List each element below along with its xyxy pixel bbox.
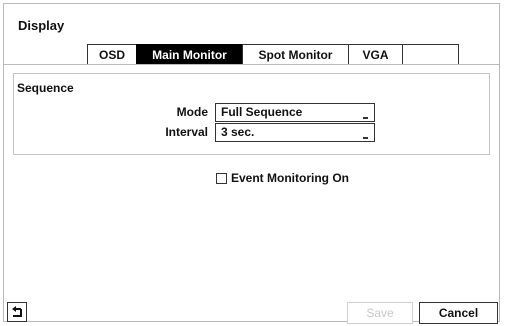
- tab-vga[interactable]: VGA: [348, 44, 403, 65]
- back-arrow-icon: [12, 306, 22, 317]
- save-button[interactable]: Save: [347, 302, 413, 324]
- mode-label: Mode: [176, 105, 208, 119]
- tab-empty: [402, 44, 459, 65]
- tab-divider: [4, 64, 499, 65]
- interval-select-value: 3 sec.: [221, 125, 255, 139]
- cancel-button[interactable]: Cancel: [419, 302, 498, 324]
- dropdown-caret-icon: [363, 117, 368, 119]
- event-monitoring-checkbox[interactable]: [216, 172, 227, 184]
- tab-main-monitor[interactable]: Main Monitor: [136, 44, 243, 65]
- event-monitoring-option[interactable]: Event Monitoring On: [216, 171, 349, 185]
- sequence-section-title: Sequence: [17, 81, 74, 95]
- dropdown-caret-icon: [363, 137, 368, 139]
- tab-osd[interactable]: OSD: [87, 44, 137, 65]
- interval-label: Interval: [165, 125, 208, 139]
- display-settings-window: Display OSD Main Monitor Spot Monitor VG…: [3, 3, 500, 322]
- mode-select-value: Full Sequence: [221, 105, 303, 119]
- tab-bar: OSD Main Monitor Spot Monitor VGA: [87, 44, 459, 65]
- interval-select[interactable]: 3 sec.: [215, 123, 375, 142]
- back-button[interactable]: [7, 302, 27, 322]
- event-monitoring-label: Event Monitoring On: [231, 171, 349, 185]
- window-title: Display: [18, 18, 65, 33]
- tab-spot-monitor[interactable]: Spot Monitor: [242, 44, 349, 65]
- mode-select[interactable]: Full Sequence: [215, 103, 375, 122]
